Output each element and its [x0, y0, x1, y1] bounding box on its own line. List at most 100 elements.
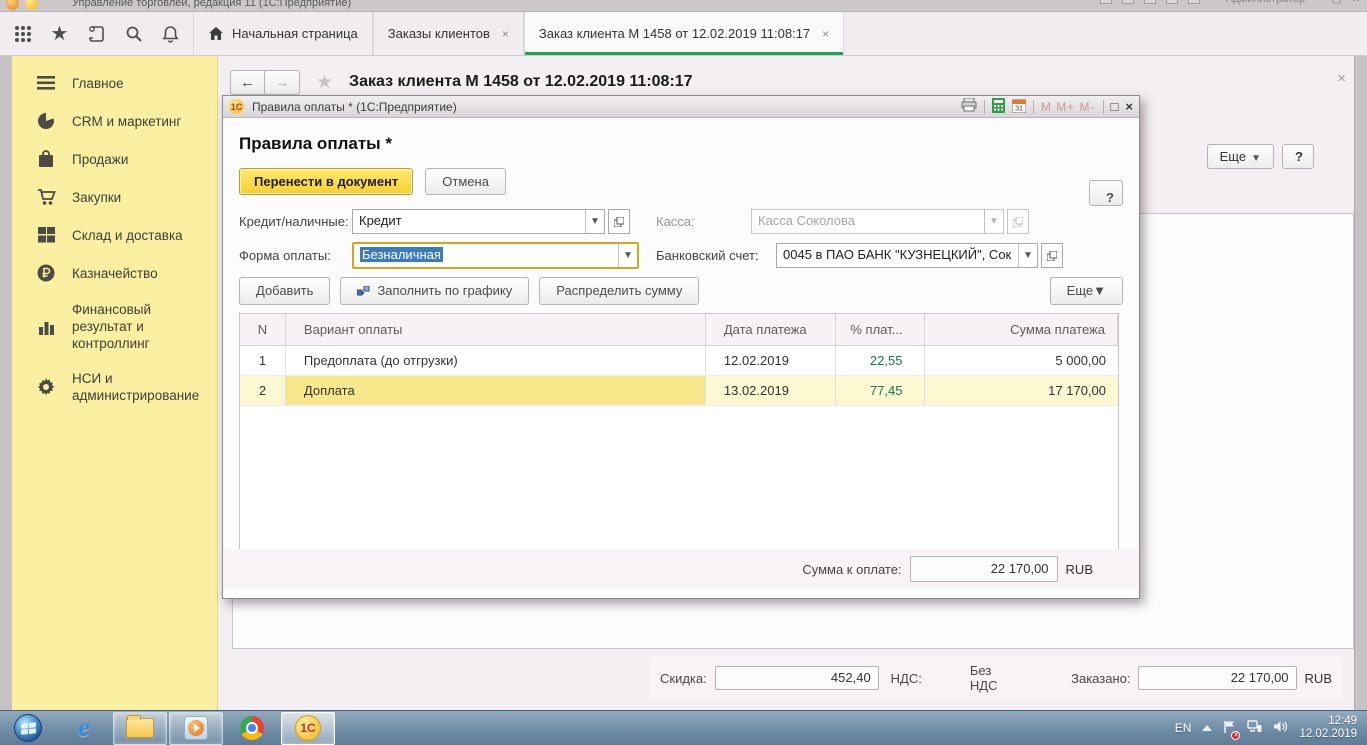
- windows-logo-icon: [14, 714, 42, 742]
- open-icon[interactable]: [1041, 243, 1063, 268]
- sidebar-item-sales[interactable]: Продажи: [12, 140, 217, 178]
- col-sum-header[interactable]: Сумма платежа: [925, 314, 1118, 345]
- chrome-button[interactable]: [225, 712, 279, 745]
- sidebar-item-crm[interactable]: CRM и маркетинг: [12, 102, 217, 140]
- discount-field[interactable]: 452,40: [715, 666, 879, 690]
- col-date-header[interactable]: Дата платежа: [706, 314, 836, 345]
- table-row-selected[interactable]: 2 Доплата 13.02.2019 77,45 17 170,00: [240, 376, 1118, 406]
- cancel-button[interactable]: Отмена: [425, 168, 506, 195]
- table-row[interactable]: 1 Предоплата (до отгрузки) 12.02.2019 22…: [240, 346, 1118, 376]
- search-icon[interactable]: ⌕: [1210, 0, 1216, 5]
- preview-icon[interactable]: [1144, 0, 1156, 4]
- menu-grid-icon[interactable]: [4, 12, 41, 55]
- forward-button[interactable]: →: [265, 70, 300, 95]
- transfer-to-document-button[interactable]: Перенести в документ: [239, 168, 413, 195]
- document-help-button[interactable]: ?: [1282, 144, 1314, 169]
- open-icon[interactable]: [608, 209, 630, 234]
- bank-account-select[interactable]: 0045 в ПАО БАНК "КУЗНЕЦКИЙ", Сок ▼: [776, 243, 1038, 268]
- app-icon: [6, 0, 19, 10]
- tab-close-icon[interactable]: ×: [822, 27, 829, 41]
- kassa-select: Касса Соколова ▼: [751, 209, 1004, 234]
- col-percent-header[interactable]: % плат...: [836, 314, 926, 345]
- sidebar-item-label: Казначейство: [72, 265, 158, 282]
- minimize-button[interactable]: –: [1315, 0, 1321, 5]
- network-icon[interactable]: [1247, 720, 1262, 736]
- cell-num[interactable]: 2: [240, 376, 286, 405]
- maximize-button[interactable]: ▢: [1331, 0, 1341, 5]
- favorite-star-icon[interactable]: ★: [316, 71, 333, 94]
- fill-by-schedule-button[interactable]: Заполнить по графику: [340, 277, 529, 305]
- cell-date[interactable]: 12.02.2019: [706, 346, 836, 375]
- sidebar-item-warehouse[interactable]: Склад и доставка: [12, 216, 217, 254]
- tab-client-orders[interactable]: Заказы клиентов ×: [373, 12, 524, 55]
- sidebar-item-label: Закупки: [72, 189, 121, 206]
- start-button[interactable]: [1, 712, 55, 745]
- sidebar-item-treasury[interactable]: Казначейство: [12, 254, 217, 292]
- window-scrollbar[interactable]: [1354, 56, 1367, 710]
- back-button[interactable]: ←: [230, 70, 265, 95]
- document-more-button[interactable]: Еще▼: [1207, 144, 1274, 169]
- action-center-flag-icon[interactable]: ✕: [1223, 720, 1236, 737]
- calendar-icon[interactable]: 31: [1012, 98, 1026, 116]
- onec-icon: 1С: [295, 715, 321, 741]
- dialog-help-button[interactable]: ?: [1089, 180, 1123, 206]
- sidebar-item-admin[interactable]: НСИ и администрирование: [12, 361, 217, 413]
- table-more-button[interactable]: Еще▼: [1050, 277, 1123, 305]
- sidebar-item-label: CRM и маркетинг: [72, 113, 181, 130]
- dropdown-arrow-icon[interactable]: ▼: [585, 210, 604, 233]
- cell-num[interactable]: 1: [240, 346, 286, 375]
- dialog-maximize-button[interactable]: □: [1111, 99, 1119, 114]
- dropdown-arrow-icon[interactable]: ▼: [1018, 244, 1037, 267]
- media-player-button[interactable]: [169, 712, 223, 745]
- print-icon[interactable]: [961, 98, 977, 115]
- notifications-bell-icon[interactable]: [152, 12, 189, 55]
- tab-home-label: Начальная страница: [232, 26, 358, 41]
- dialog-titlebar[interactable]: 1С Правила оплаты * (1С:Предприятие) 31 …: [223, 96, 1139, 118]
- onec-app-button[interactable]: 1С: [281, 712, 335, 745]
- chrome-icon: [240, 716, 264, 740]
- print-icon[interactable]: [1122, 0, 1134, 4]
- language-indicator[interactable]: EN: [1175, 721, 1192, 735]
- cell-sum[interactable]: 5 000,00: [925, 346, 1118, 375]
- cell-date[interactable]: 13.02.2019: [706, 376, 836, 405]
- search-icon[interactable]: [115, 12, 152, 55]
- user-label[interactable]: Администратор: [1226, 0, 1305, 5]
- sidebar-item-purchases[interactable]: Закупки: [12, 178, 217, 216]
- dialog-close-button[interactable]: ×: [1125, 99, 1133, 114]
- calculator-icon[interactable]: [1166, 0, 1178, 4]
- cell-percent[interactable]: 22,55: [836, 346, 926, 375]
- payment-form-select[interactable]: Безналичная ▼: [352, 242, 639, 269]
- close-button[interactable]: ✕: [1352, 0, 1361, 5]
- file-explorer-button[interactable]: [113, 712, 167, 745]
- credit-cash-select[interactable]: Кредит ▼: [352, 209, 605, 234]
- add-button[interactable]: Добавить: [239, 277, 330, 305]
- volume-icon[interactable]: [1273, 720, 1288, 736]
- table-empty-area: [240, 406, 1118, 549]
- total-field[interactable]: 22 170,00: [910, 556, 1058, 582]
- memory-buttons[interactable]: М М+ М-: [1041, 100, 1096, 114]
- calculator-icon[interactable]: [992, 98, 1005, 116]
- cell-variant[interactable]: Предоплата (до отгрузки): [286, 346, 706, 375]
- col-variant-header[interactable]: Вариант оплаты: [286, 314, 706, 345]
- calendar-icon[interactable]: [1188, 0, 1200, 4]
- save-icon[interactable]: [1100, 0, 1112, 4]
- document-close-icon[interactable]: ×: [1337, 70, 1346, 87]
- tray-expand-icon[interactable]: [1202, 725, 1212, 731]
- clock[interactable]: 12:49 12.02.2019: [1299, 715, 1357, 741]
- sidebar-item-main[interactable]: Главное: [12, 64, 217, 102]
- ordered-field[interactable]: 22 170,00: [1138, 666, 1296, 690]
- tab-close-icon[interactable]: ×: [502, 27, 509, 41]
- favorites-star-icon[interactable]: ★: [41, 12, 78, 55]
- col-num-header[interactable]: N: [240, 314, 286, 345]
- history-icon[interactable]: [78, 12, 115, 55]
- cell-percent[interactable]: 77,45: [836, 376, 926, 405]
- tab-client-order-document[interactable]: Заказ клиента М 1458 от 12.02.2019 11:08…: [524, 12, 844, 55]
- distribute-sum-button[interactable]: Распределить сумму: [539, 277, 699, 305]
- sidebar-item-finance[interactable]: Финансовый результат и контроллинг: [12, 292, 217, 361]
- cell-sum[interactable]: 17 170,00: [925, 376, 1118, 405]
- windows-taskbar: e 1С EN ✕ 12:49 12.02.2019: [0, 710, 1367, 745]
- internet-explorer-button[interactable]: e: [57, 712, 111, 745]
- cell-variant-selected[interactable]: Доплата: [286, 376, 706, 405]
- tab-home[interactable]: Начальная страница: [193, 12, 373, 55]
- dropdown-arrow-icon[interactable]: ▼: [618, 244, 637, 267]
